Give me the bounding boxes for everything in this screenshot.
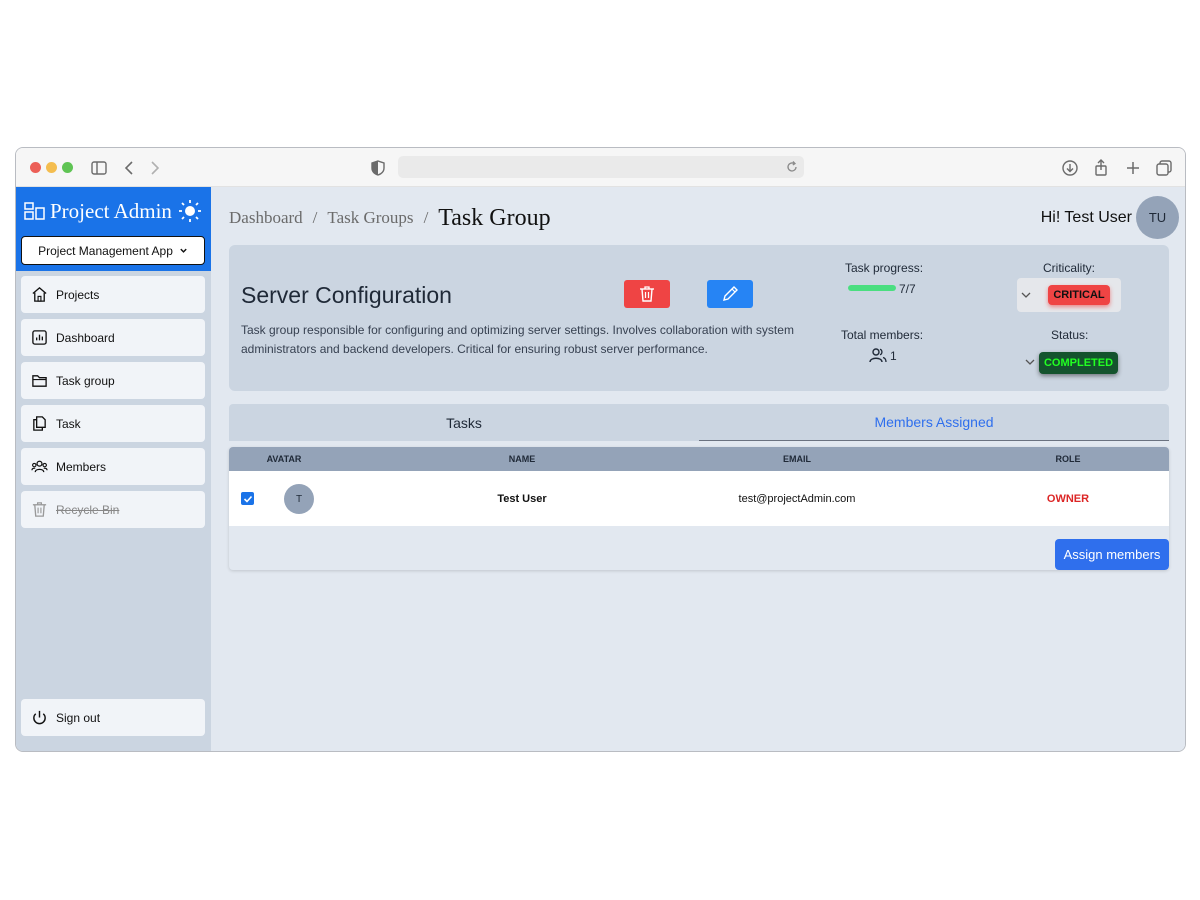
chevron-down-icon bbox=[1021, 292, 1031, 298]
back-icon[interactable] bbox=[120, 158, 140, 178]
browser-window: Project Admin Project Management App Pro… bbox=[15, 147, 1186, 752]
user-avatar[interactable]: TU bbox=[1136, 196, 1179, 239]
breadcrumb-separator: / bbox=[312, 208, 318, 227]
tabs-overview-icon[interactable] bbox=[1154, 158, 1174, 178]
shield-icon bbox=[371, 160, 385, 176]
chevron-down-icon[interactable] bbox=[1024, 356, 1036, 368]
tab-members-assigned[interactable]: Members Assigned bbox=[699, 404, 1169, 441]
forward-icon[interactable] bbox=[144, 158, 164, 178]
home-icon bbox=[32, 287, 47, 302]
breadcrumb-dashboard[interactable]: Dashboard bbox=[229, 208, 303, 228]
column-header-email: EMAIL bbox=[783, 454, 811, 464]
member-name: Test User bbox=[497, 492, 547, 505]
reload-icon[interactable] bbox=[784, 159, 800, 175]
breadcrumb-task-groups[interactable]: Task Groups bbox=[327, 208, 413, 228]
sun-icon[interactable] bbox=[178, 199, 202, 223]
members-table: AVATAR NAME EMAIL ROLE T Test User test@… bbox=[229, 447, 1169, 570]
column-header-role: ROLE bbox=[1055, 454, 1081, 464]
progress-bar bbox=[848, 285, 896, 291]
folder-icon bbox=[32, 375, 47, 387]
criticality-badge: CRITICAL bbox=[1048, 285, 1110, 305]
sign-out-button[interactable]: Sign out bbox=[21, 699, 205, 736]
tabs: Tasks Members Assigned bbox=[229, 404, 1169, 441]
sidebar-item-label: Recycle Bin bbox=[56, 502, 120, 517]
breadcrumb-separator: / bbox=[423, 208, 429, 227]
edit-button[interactable] bbox=[707, 280, 753, 308]
user-greeting: Hi! Test User bbox=[1040, 209, 1132, 226]
files-icon bbox=[33, 416, 46, 431]
share-icon[interactable] bbox=[1091, 158, 1111, 178]
sidebar-item-task-group[interactable]: Task group bbox=[21, 362, 205, 399]
progress-text: 7/7 bbox=[899, 282, 916, 296]
sidebar-item-label: Dashboard bbox=[56, 330, 115, 345]
delete-button[interactable] bbox=[624, 280, 670, 308]
criticality-select[interactable]: CRITICAL bbox=[1017, 278, 1121, 312]
brand-name: Project Admin bbox=[50, 198, 172, 223]
sign-out-label: Sign out bbox=[56, 710, 101, 725]
sidebar-item-projects[interactable]: Projects bbox=[21, 276, 205, 313]
sidebar-item-dashboard[interactable]: Dashboard bbox=[21, 319, 205, 356]
page-title: Task Group bbox=[438, 204, 551, 231]
members-label: Total members: bbox=[841, 328, 924, 342]
users-icon bbox=[31, 460, 48, 473]
sidebar-item-label: Task group bbox=[56, 373, 115, 388]
criticality-label: Criticality: bbox=[1043, 261, 1096, 275]
browser-titlebar bbox=[16, 148, 1185, 187]
member-avatar: T bbox=[284, 484, 314, 514]
members-count: 1 bbox=[890, 349, 897, 363]
member-email: test@projectAdmin.com bbox=[738, 492, 856, 505]
address-bar[interactable] bbox=[398, 156, 804, 178]
main-content: Dashboard / Task Groups / Task Group Hi!… bbox=[211, 187, 1185, 751]
column-header-avatar: AVATAR bbox=[266, 454, 302, 464]
task-group-card: Server Configuration Task group responsi… bbox=[229, 245, 1169, 391]
tab-tasks[interactable]: Tasks bbox=[229, 404, 699, 441]
trash-icon bbox=[32, 502, 47, 517]
brand-title[interactable]: Project Admin bbox=[24, 197, 204, 225]
sidebar-item-label: Task bbox=[56, 416, 81, 431]
progress-label: Task progress: bbox=[845, 261, 924, 275]
download-icon[interactable] bbox=[1060, 158, 1080, 178]
task-group-description: Task group responsible for configuring a… bbox=[241, 323, 794, 356]
sidebar-item-label: Members bbox=[56, 459, 107, 474]
breadcrumb: Dashboard / Task Groups / Task Group bbox=[229, 203, 551, 233]
sidebar-item-recycle-bin[interactable]: Recycle Bin bbox=[21, 491, 205, 528]
app-select[interactable]: Project Management App bbox=[21, 236, 205, 265]
minimize-window-button[interactable] bbox=[46, 162, 57, 173]
status-badge[interactable]: COMPLETED bbox=[1039, 352, 1118, 374]
power-icon bbox=[33, 710, 46, 725]
status-label: Status: bbox=[1051, 328, 1089, 342]
pencil-icon bbox=[723, 286, 738, 301]
sidebar-item-members[interactable]: Members bbox=[21, 448, 205, 485]
sidebar-item-task[interactable]: Task bbox=[21, 405, 205, 442]
checkmark-icon bbox=[243, 495, 252, 503]
row-checkbox[interactable] bbox=[241, 492, 254, 505]
assign-members-button[interactable]: Assign members bbox=[1055, 539, 1169, 570]
new-tab-icon[interactable] bbox=[1123, 158, 1143, 178]
users-icon bbox=[869, 348, 887, 363]
sidebar-item-label: Projects bbox=[56, 287, 100, 302]
task-group-title: Server Configuration bbox=[241, 282, 452, 308]
progress-fill bbox=[848, 285, 896, 291]
table-row[interactable]: T Test User test@projectAdmin.com OWNER bbox=[229, 471, 1169, 526]
table-header: AVATAR NAME EMAIL ROLE bbox=[229, 447, 1169, 471]
brand-header: Project Admin Project Management App bbox=[16, 187, 211, 271]
chart-icon bbox=[32, 330, 47, 345]
app-select-value: Project Management App bbox=[38, 243, 173, 258]
close-window-button[interactable] bbox=[30, 162, 41, 173]
trash-icon bbox=[640, 286, 654, 302]
member-role: OWNER bbox=[1046, 492, 1090, 505]
logo-icon bbox=[24, 202, 45, 220]
sidebar-toggle-icon[interactable] bbox=[89, 158, 109, 178]
sidebar: Project Admin Project Management App Pro… bbox=[16, 187, 211, 751]
column-header-name: NAME bbox=[508, 454, 536, 464]
zoom-window-button[interactable] bbox=[62, 162, 73, 173]
chevron-down-icon bbox=[180, 248, 187, 253]
